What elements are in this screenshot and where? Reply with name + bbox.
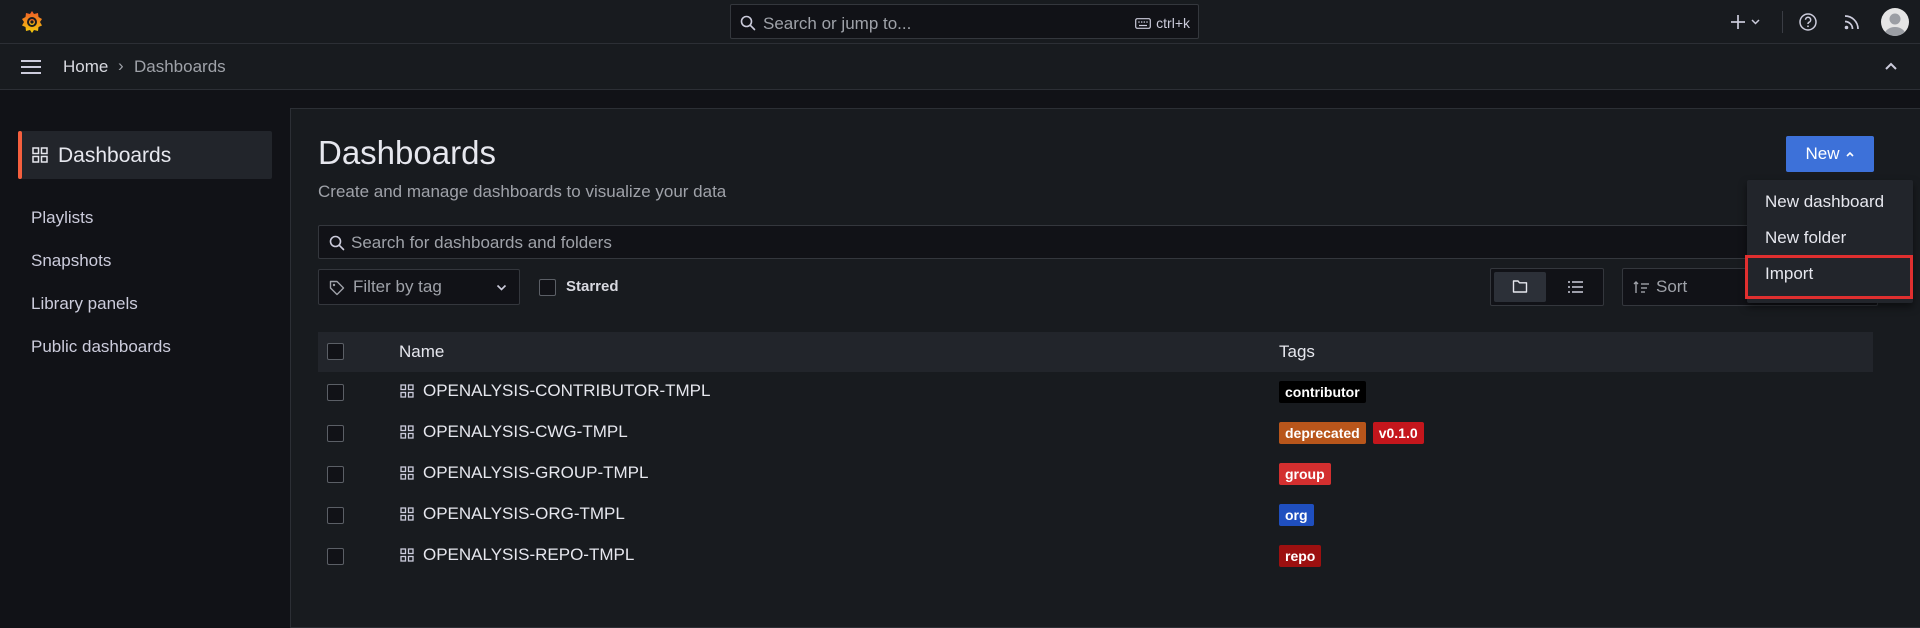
chevron-up-icon (1845, 150, 1855, 158)
page-subtitle: Create and manage dashboards to visualiz… (318, 182, 727, 201)
active-indicator (18, 131, 22, 179)
dashboard-icon (400, 507, 414, 521)
table-row[interactable]: OPENALYSIS-ORG-TMPL org (318, 495, 1873, 535)
breadcrumb-bar: Home › Dashboards (0, 44, 1920, 90)
top-bar: Search or jump to... ctrl+k (0, 0, 1920, 44)
sidebar-item-playlists[interactable]: Playlists (31, 208, 93, 228)
breadcrumb-separator: › (118, 56, 124, 75)
dashboard-icon (400, 384, 414, 398)
column-header-tags: Tags (1279, 342, 1315, 361)
row-checkbox[interactable] (327, 548, 344, 565)
dashboard-name-link[interactable]: OPENALYSIS-ORG-TMPL (423, 504, 625, 524)
page-title: Dashboards (318, 134, 496, 171)
tag-badge[interactable]: org (1279, 504, 1314, 526)
tag-badge[interactable]: repo (1279, 545, 1322, 567)
tag-list: contributor (1279, 381, 1366, 403)
tag-list: deprecated v0.1.0 (1279, 422, 1424, 444)
dashboard-search-input[interactable]: Search for dashboards and folders (318, 225, 1878, 259)
tag-list: org (1279, 504, 1314, 526)
user-avatar[interactable] (1881, 8, 1909, 36)
row-checkbox[interactable] (327, 384, 344, 401)
search-icon (740, 15, 756, 31)
grafana-logo-icon[interactable] (19, 9, 45, 35)
tag-filter-placeholder: Filter by tag (353, 277, 442, 296)
dashboard-icon (400, 466, 414, 480)
tag-list: repo (1279, 545, 1322, 567)
starred-checkbox[interactable] (539, 279, 556, 296)
row-checkbox[interactable] (327, 507, 344, 524)
dashboard-icon (400, 548, 414, 562)
new-button[interactable]: New (1786, 136, 1874, 172)
sort-placeholder: Sort (1656, 277, 1688, 296)
table-row[interactable]: OPENALYSIS-CONTRIBUTOR-TMPL contributor (318, 372, 1873, 412)
column-header-name[interactable]: Name (399, 342, 444, 362)
chevron-down-icon (496, 284, 507, 292)
tag-badge[interactable]: contributor (1279, 381, 1366, 403)
tag-icon (329, 280, 345, 296)
sidebar-item-library-panels[interactable]: Library panels (31, 294, 138, 314)
tag-badge[interactable]: group (1279, 463, 1331, 485)
breadcrumb-current: Dashboards (134, 57, 226, 76)
dashboard-search-placeholder: Search for dashboards and folders (351, 233, 612, 252)
row-checkbox[interactable] (327, 466, 344, 483)
menu-item-import[interactable]: Import (1765, 264, 1813, 284)
new-button-label: New (1805, 144, 1840, 163)
sidebar-item-public-dashboards[interactable]: Public dashboards (31, 337, 171, 357)
global-search-input[interactable]: Search or jump to... ctrl+k (730, 4, 1199, 39)
menu-item-new-dashboard[interactable]: New dashboard (1765, 192, 1884, 212)
keyboard-icon (1135, 17, 1152, 29)
sidebar-item-snapshots[interactable]: Snapshots (31, 251, 111, 271)
dashboard-icon (400, 425, 414, 439)
select-all-checkbox[interactable] (327, 343, 344, 360)
starred-label[interactable]: Starred (566, 278, 619, 295)
sort-icon (1633, 281, 1650, 294)
dashboard-name-link[interactable]: OPENALYSIS-CWG-TMPL (423, 422, 628, 442)
tag-badge[interactable]: deprecated (1279, 422, 1366, 444)
global-search-placeholder: Search or jump to... (763, 14, 912, 33)
folder-view-button[interactable] (1494, 272, 1546, 302)
new-dropdown-menu: New dashboard New folder Import (1747, 180, 1913, 303)
toolbar-divider (1782, 11, 1783, 33)
search-icon (329, 235, 345, 251)
dashboard-name-link[interactable]: OPENALYSIS-CONTRIBUTOR-TMPL (423, 381, 710, 401)
row-checkbox[interactable] (327, 425, 344, 442)
menu-item-new-folder[interactable]: New folder (1765, 228, 1846, 248)
tag-filter-select[interactable]: Filter by tag (318, 269, 520, 305)
sidebar-item-dashboards[interactable]: Dashboards (18, 131, 272, 179)
list-view-button[interactable] (1551, 272, 1601, 302)
menu-toggle-icon[interactable] (20, 59, 42, 75)
dashboard-name-link[interactable]: OPENALYSIS-GROUP-TMPL (423, 463, 648, 483)
table-row[interactable]: OPENALYSIS-CWG-TMPL deprecated v0.1.0 (318, 413, 1873, 453)
table-row[interactable]: OPENALYSIS-REPO-TMPL repo (318, 536, 1873, 576)
apps-icon (32, 147, 48, 163)
search-shortcut: ctrl+k (1135, 15, 1190, 31)
chevron-up-icon[interactable] (1884, 61, 1898, 71)
breadcrumb-home[interactable]: Home (63, 57, 108, 77)
sidebar-item-label: Dashboards (58, 144, 172, 167)
dashboard-name-link[interactable]: OPENALYSIS-REPO-TMPL (423, 545, 634, 565)
search-shortcut-label: ctrl+k (1156, 15, 1190, 31)
tag-badge[interactable]: v0.1.0 (1372, 422, 1424, 444)
tag-list: group (1279, 463, 1331, 485)
view-toggle (1490, 268, 1604, 306)
table-row[interactable]: OPENALYSIS-GROUP-TMPL group (318, 454, 1873, 494)
table-header: Name Tags (318, 332, 1873, 372)
